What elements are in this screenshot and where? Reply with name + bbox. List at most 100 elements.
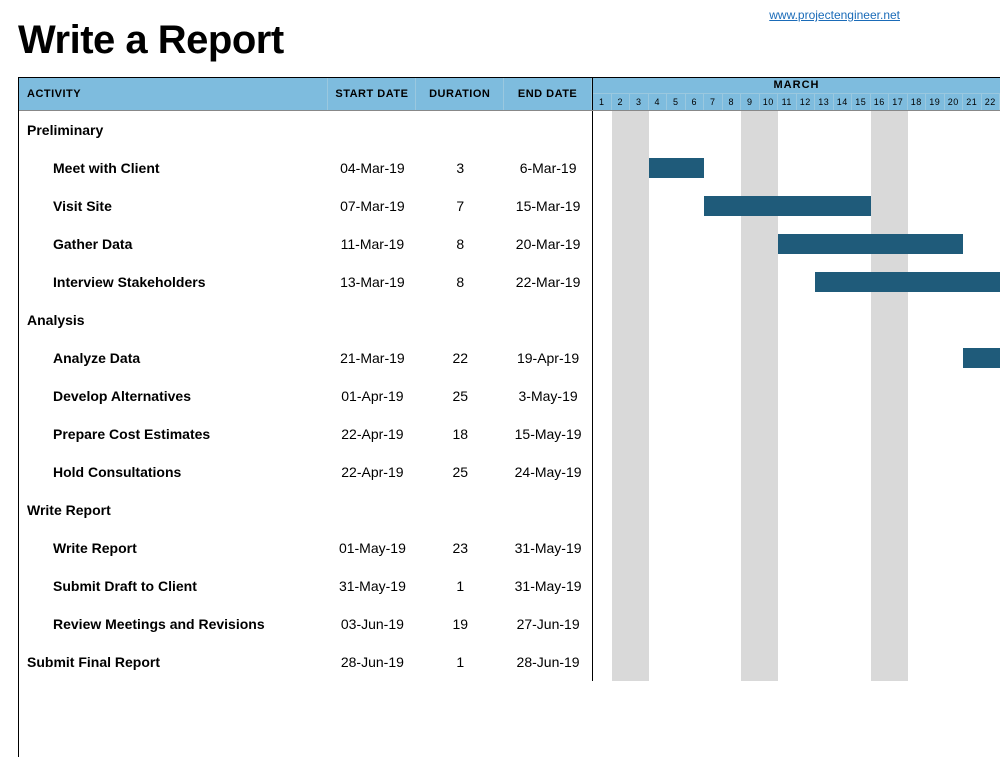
cell-dur: 23	[416, 540, 504, 556]
cell-start: 22-Apr-19	[328, 426, 416, 442]
day-header-cell: 2	[612, 94, 631, 110]
gantt-bar	[704, 196, 871, 216]
day-header-cell: 14	[834, 94, 853, 110]
cell-start: 07-Mar-19	[328, 198, 416, 214]
col-header-start: START DATE	[328, 78, 416, 110]
gantt-row	[593, 301, 1000, 339]
task-row: Submit Final Report28-Jun-19128-Jun-19	[19, 643, 592, 681]
cell-start: 28-Jun-19	[328, 654, 416, 670]
cell-end: 3-May-19	[504, 388, 592, 404]
col-header-activity: ACTIVITY	[19, 78, 328, 110]
group-row: Analysis	[19, 301, 592, 339]
cell-dur: 1	[416, 578, 504, 594]
day-header-cell: 3	[630, 94, 649, 110]
cell-dur: 25	[416, 388, 504, 404]
gantt-bar	[963, 348, 1000, 368]
gantt-bar	[778, 234, 963, 254]
cell-end: 24-May-19	[504, 464, 592, 480]
cell-dur: 3	[416, 160, 504, 176]
gantt-row	[593, 225, 1000, 263]
col-header-duration: DURATION	[416, 78, 504, 110]
day-header-cell: 17	[889, 94, 908, 110]
task-row: Analyze Data21-Mar-192219-Apr-19	[19, 339, 592, 377]
cell-start: 22-Apr-19	[328, 464, 416, 480]
col-header-end: END DATE	[504, 78, 592, 110]
day-header-cell: 5	[667, 94, 686, 110]
day-header-cell: 20	[945, 94, 964, 110]
activity-name: Interview Stakeholders	[19, 274, 328, 290]
cell-end: 22-Mar-19	[504, 274, 592, 290]
cell-end: 27-Jun-19	[504, 616, 592, 632]
cell-start: 01-Apr-19	[328, 388, 416, 404]
task-row: Interview Stakeholders13-Mar-19822-Mar-1…	[19, 263, 592, 301]
cell-start: 31-May-19	[328, 578, 416, 594]
day-header-cell: 10	[760, 94, 779, 110]
day-header-cell: 9	[741, 94, 760, 110]
group-row: Preliminary	[19, 111, 592, 149]
activity-name: Hold Consultations	[19, 464, 328, 480]
cell-dur: 19	[416, 616, 504, 632]
gantt-row	[593, 187, 1000, 225]
activity-name: Write Report	[19, 502, 328, 518]
day-header-cell: 7	[704, 94, 723, 110]
cell-dur: 22	[416, 350, 504, 366]
gantt-container: ACTIVITY START DATE DURATION END DATE MA…	[18, 77, 1000, 757]
cell-end: 19-Apr-19	[504, 350, 592, 366]
day-header-cell: 22	[982, 94, 1000, 110]
source-link[interactable]: www.projectengineer.net	[769, 8, 900, 22]
activity-name: Submit Draft to Client	[19, 578, 328, 594]
group-row: Write Report	[19, 491, 592, 529]
day-header-cell: 18	[908, 94, 927, 110]
cell-start: 11-Mar-19	[328, 236, 416, 252]
task-row: Meet with Client04-Mar-1936-Mar-19	[19, 149, 592, 187]
cell-end: 20-Mar-19	[504, 236, 592, 252]
day-header-cell: 19	[926, 94, 945, 110]
activity-name: Submit Final Report	[19, 654, 328, 670]
task-list-panel: Preliminary Meet with Client04-Mar-1936-M…	[19, 111, 593, 681]
gantt-row	[593, 605, 1000, 643]
gantt-row	[593, 263, 1000, 301]
day-header-cell: 16	[871, 94, 890, 110]
day-header-cell: 4	[649, 94, 668, 110]
cell-end: 15-Mar-19	[504, 198, 592, 214]
activity-name: Meet with Client	[19, 160, 328, 176]
cell-end: 15-May-19	[504, 426, 592, 442]
task-row: Write Report01-May-192331-May-19	[19, 529, 592, 567]
gantt-body: Preliminary Meet with Client04-Mar-1936-M…	[19, 111, 1000, 681]
gantt-row	[593, 339, 1000, 377]
activity-name: Analyze Data	[19, 350, 328, 366]
cell-dur: 8	[416, 274, 504, 290]
gantt-row	[593, 149, 1000, 187]
activity-name: Prepare Cost Estimates	[19, 426, 328, 442]
col-header-timeline: MARCH 1234567891011121314151617181920212…	[592, 78, 1000, 110]
activity-name: Preliminary	[19, 122, 328, 138]
cell-start: 13-Mar-19	[328, 274, 416, 290]
day-header-cell: 12	[797, 94, 816, 110]
day-header-cell: 8	[723, 94, 742, 110]
activity-name: Gather Data	[19, 236, 328, 252]
task-row: Review Meetings and Revisions03-Jun-1919…	[19, 605, 592, 643]
task-row: Hold Consultations22-Apr-192524-May-19	[19, 453, 592, 491]
day-header-cell: 11	[778, 94, 797, 110]
cell-dur: 1	[416, 654, 504, 670]
header-link-container: www.projectengineer.net	[769, 8, 900, 22]
cell-dur: 18	[416, 426, 504, 442]
day-header-cell: 1	[593, 94, 612, 110]
cell-end: 31-May-19	[504, 578, 592, 594]
timeline-panel	[593, 111, 1000, 681]
cell-start: 21-Mar-19	[328, 350, 416, 366]
day-header-row: 12345678910111213141516171819202122	[593, 94, 1000, 110]
gantt-row	[593, 111, 1000, 149]
activity-name: Analysis	[19, 312, 328, 328]
gantt-row	[593, 643, 1000, 681]
activity-name: Review Meetings and Revisions	[19, 616, 328, 632]
cell-end: 28-Jun-19	[504, 654, 592, 670]
gantt-row	[593, 491, 1000, 529]
gantt-row	[593, 567, 1000, 605]
gantt-bar	[649, 158, 705, 178]
table-header: ACTIVITY START DATE DURATION END DATE MA…	[19, 78, 1000, 111]
day-header-cell: 21	[963, 94, 982, 110]
task-row: Prepare Cost Estimates22-Apr-191815-May-…	[19, 415, 592, 453]
gantt-row	[593, 529, 1000, 567]
gantt-bar	[815, 272, 1000, 292]
